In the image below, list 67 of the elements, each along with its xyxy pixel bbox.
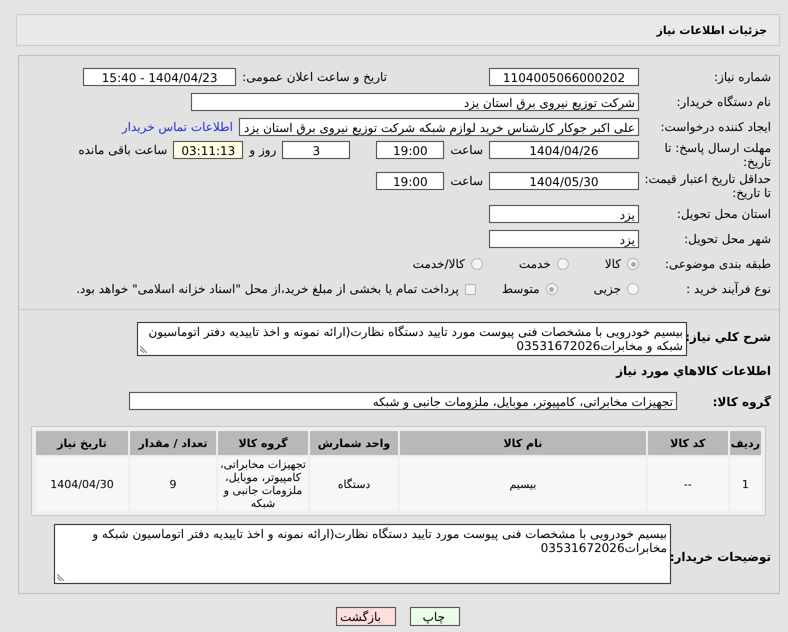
text-field[interactable]: 03:11:13 — [173, 141, 244, 159]
field-label: شماره نیاز: — [713, 70, 772, 84]
table-cell: تجهیزات مخابراتی، کامپیوتر، موبایل، ملزومات جانبی و شبکه — [218, 457, 308, 511]
field-label: گروه کالا: — [712, 394, 772, 409]
field-label: طبقه بندی موضوعی: — [664, 257, 772, 271]
resize-grip-icon[interactable] — [57, 573, 65, 581]
text-field[interactable]: یزد — [489, 230, 639, 248]
field-label: ساعت — [450, 143, 483, 157]
column-header: واحد شمارش — [310, 431, 398, 455]
field-label: توضیحات خریدار: — [671, 549, 772, 564]
text-field[interactable]: 1404/04/26 — [489, 141, 639, 159]
text-field[interactable]: 1404/04/23 - 15:40 — [83, 68, 236, 86]
field-label: استان محل تحویل: — [676, 207, 772, 221]
radio-button[interactable] — [470, 258, 483, 270]
page-title: جزئیات اطلاعات نیاز — [656, 24, 767, 36]
field-label: ایجاد کننده درخواست: — [659, 120, 772, 134]
table-cell: 1404/04/30 — [36, 457, 128, 511]
text-field[interactable]: 1104005066000202 — [489, 68, 639, 86]
field-label: حداقل تاریخ اعتبار قیمت: تا تاریخ: — [643, 172, 772, 200]
text-field[interactable]: 1404/05/30 — [489, 172, 639, 190]
column-header: کد کالا — [648, 431, 728, 455]
radio-button[interactable] — [627, 283, 639, 295]
column-header: نام کالا — [400, 431, 646, 455]
text-field[interactable]: علی اکبر جوکار کارشناس خرید لوازم شبکه شرکت توزیع نیروی برق استان یزد — [239, 118, 639, 136]
print-button[interactable]: چاپ — [410, 607, 460, 626]
option-label: خدمت — [518, 257, 551, 271]
field-label: ساعت — [450, 174, 483, 188]
column-header: تاریخ نیاز — [36, 431, 128, 455]
text-field[interactable]: شرکت توزیع نیروی برق استان یزد — [191, 93, 639, 111]
table-cell: -- — [648, 457, 728, 511]
radio-button[interactable] — [627, 258, 639, 270]
checkbox[interactable] — [464, 284, 476, 294]
column-header: تعداد / مقدار — [130, 431, 216, 455]
field-label: نام دستگاه خریدار: — [676, 95, 772, 109]
radio-button[interactable] — [546, 283, 558, 295]
option-label: کالا/خدمت — [412, 257, 465, 271]
option-label: پرداخت تمام یا بخشی از مبلغ خرید،از محل "اسناد خزانه اسلامی" خواهد بود. — [76, 282, 459, 296]
notes-text: بیسیم خودرویی با مشخصات فنی پیوست مورد تایید دستگاه نظارت(ارائه نمونه و اخذ تاییدیه دفتر اتوماسیون شبکه و مخابرات03531672026 — [92, 527, 667, 555]
table-cell: 9 — [130, 457, 216, 511]
radio-button[interactable] — [556, 258, 569, 270]
column-header: ردیف — [730, 431, 761, 455]
description-text: بیسیم خودرویی با مشخصات فنی پیوست مورد تایید دستگاه نظارت(ارائه نمونه و اخذ تاییدیه دفتر اتوماسیون شبکه و مخابرات03531672026 — [148, 325, 683, 353]
table-cell: دستگاه — [310, 457, 398, 511]
table-cell: 1 — [730, 457, 761, 511]
resize-grip-icon[interactable] — [140, 345, 148, 353]
field-label: روز و — [249, 143, 276, 157]
notes-field[interactable]: بیسیم خودرویی با مشخصات فنی پیوست مورد تایید دستگاه نظارت(ارائه نمونه و اخذ تاییدیه دفتر اتوماسیون شبکه و مخابرات03531672026 — [54, 524, 671, 584]
description-field[interactable]: بیسیم خودرویی با مشخصات فنی پیوست مورد تایید دستگاه نظارت(ارائه نمونه و اخذ تاییدیه دفتر اتوماسیون شبکه و مخابرات03531672026 — [137, 322, 687, 356]
section-title: اطلاعات كالاهاي مورد نياز — [614, 363, 772, 378]
text-field[interactable]: تجهیزات مخابراتی، کامپیوتر، موبایل، ملزومات جانبی و شبکه — [129, 392, 677, 410]
option-label: کالا — [604, 257, 621, 271]
column-header: گروه کالا — [218, 431, 308, 455]
table-cell: بیسیم — [400, 457, 646, 511]
field-label: شهر محل تحویل: — [683, 232, 772, 246]
field-label: نوع فرآیند خرید : — [685, 282, 772, 296]
field-label: شرح كلي نياز: — [687, 329, 772, 344]
field-label: ساعت باقی مانده — [78, 143, 168, 157]
option-label: متوسط — [502, 282, 540, 296]
field-label: مهلت ارسال پاسخ: تا تاریخ: — [663, 141, 772, 169]
text-field[interactable]: یزد — [489, 205, 639, 223]
back-button[interactable]: بازگشت — [336, 607, 396, 626]
option-label: جزیی — [594, 282, 621, 296]
contact-link[interactable]: اطلاعات تماس خریدار — [122, 120, 233, 134]
text-field[interactable]: 3 — [282, 141, 350, 159]
text-field[interactable]: 19:00 — [376, 141, 444, 159]
field-label: تاریخ و ساعت اعلان عمومی: — [242, 70, 387, 84]
text-field[interactable]: 19:00 — [376, 172, 444, 190]
